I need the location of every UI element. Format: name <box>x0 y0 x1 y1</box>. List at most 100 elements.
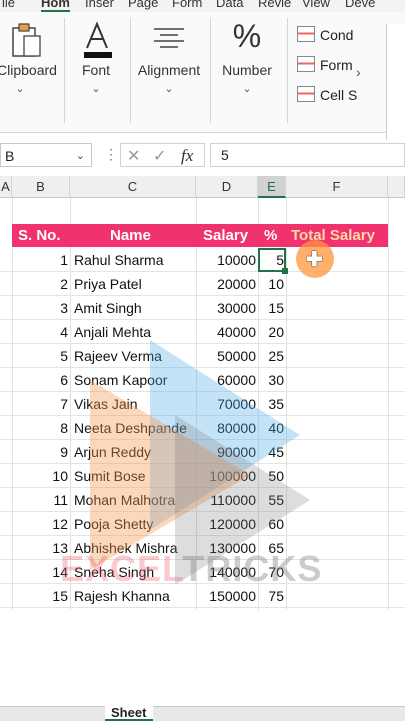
cell-sno[interactable]: 12 <box>10 512 68 536</box>
more-options-icon[interactable]: ⋮ <box>104 146 118 163</box>
cell-percent[interactable]: 55 <box>258 488 284 512</box>
column-header-a[interactable]: A <box>0 176 12 198</box>
worksheet-grid[interactable]: S. No. Name Salary % Total Salary 1 Rahul… <box>0 198 405 698</box>
cell-name[interactable]: Sumit Bose <box>74 464 146 488</box>
ribbon-tab[interactable]: Hom <box>41 0 70 12</box>
cell-sno[interactable]: 10 <box>10 464 68 488</box>
ribbon-tab[interactable]: Data <box>216 0 243 10</box>
cell-sno[interactable]: 2 <box>10 272 68 296</box>
cell-name[interactable]: Anjali Mehta <box>74 320 151 344</box>
number-group[interactable]: % Number ⌄ <box>212 12 282 132</box>
cell-name[interactable]: Rajeev Verma <box>74 344 162 368</box>
cell-percent[interactable]: 45 <box>258 440 284 464</box>
header-sno[interactable]: S. No. <box>18 224 61 247</box>
cell-name[interactable]: Vikas Jain <box>74 392 138 416</box>
chevron-down-icon[interactable]: ⌄ <box>212 82 282 95</box>
cell-name[interactable]: Rahul Sharma <box>74 248 164 272</box>
name-box[interactable]: B ⌄ <box>0 143 92 167</box>
cell-percent[interactable]: 60 <box>258 512 284 536</box>
header-salary[interactable]: Salary <box>203 224 248 247</box>
ribbon-tab[interactable]: ile <box>2 0 15 10</box>
cell-sno[interactable]: 9 <box>10 440 68 464</box>
cell-sno[interactable]: 14 <box>10 560 68 584</box>
cell-sno[interactable]: 15 <box>10 584 68 608</box>
cell-percent[interactable]: 40 <box>258 416 284 440</box>
column-header-f[interactable]: F <box>286 176 388 198</box>
cell-percent[interactable]: 30 <box>258 368 284 392</box>
cell-sno[interactable]: 3 <box>10 296 68 320</box>
cell-name[interactable]: Neeta Deshpande <box>74 416 187 440</box>
cell-salary[interactable]: 80000 <box>196 416 256 440</box>
cell-percent[interactable]: 20 <box>258 320 284 344</box>
chevron-down-icon[interactable]: ⌄ <box>132 82 206 95</box>
ribbon-tab[interactable]: Deve <box>345 0 375 10</box>
ribbon-tab[interactable]: Form <box>172 0 202 10</box>
column-header-c[interactable]: C <box>70 176 196 198</box>
insert-function-icon[interactable]: fx <box>181 146 193 166</box>
ribbon-tab[interactable]: Revie <box>258 0 291 10</box>
cell-sno[interactable]: 4 <box>10 320 68 344</box>
cell-name[interactable]: Sneha Singh <box>74 560 154 584</box>
cell-salary[interactable]: 100000 <box>196 464 256 488</box>
cell-salary[interactable]: 120000 <box>196 512 256 536</box>
cell-name[interactable]: Priya Patel <box>74 272 142 296</box>
column-header-d[interactable]: D <box>196 176 258 198</box>
cell-percent[interactable]: 25 <box>258 344 284 368</box>
ribbon-tab[interactable]: View <box>302 0 330 10</box>
cell-percent[interactable]: 70 <box>258 560 284 584</box>
cell-salary[interactable]: 150000 <box>196 584 256 608</box>
cell-name[interactable]: Sonam Kapoor <box>74 368 167 392</box>
cell-sno[interactable]: 1 <box>10 248 68 272</box>
cell-salary[interactable]: 10000 <box>196 248 256 272</box>
header-name[interactable]: Name <box>110 224 151 247</box>
conditional-formatting-button[interactable]: Cond <box>297 26 353 43</box>
cell-percent[interactable]: 50 <box>258 464 284 488</box>
cell-salary[interactable]: 50000 <box>196 344 256 368</box>
cell-name[interactable]: Abhishek Mishra <box>74 536 178 560</box>
chevron-right-icon[interactable]: › <box>356 64 361 80</box>
cell-name[interactable]: Mohan Malhotra <box>74 488 175 512</box>
header-percent[interactable]: % <box>264 224 277 247</box>
cell-sno[interactable]: 5 <box>10 344 68 368</box>
chevron-down-icon[interactable]: ⌄ <box>76 144 85 168</box>
cancel-icon[interactable]: ✕ <box>127 146 140 166</box>
format-as-table-button[interactable]: Form <box>297 56 353 73</box>
cell-salary[interactable]: 20000 <box>196 272 256 296</box>
cell-percent[interactable]: 15 <box>258 296 284 320</box>
chevron-down-icon[interactable]: ⌄ <box>66 82 126 95</box>
fill-handle[interactable] <box>282 268 288 274</box>
sheet-tab[interactable]: Sheet <box>105 705 153 721</box>
clipboard-group[interactable]: Clipboard ⌄ <box>0 12 60 132</box>
cell-sno[interactable]: 8 <box>10 416 68 440</box>
cell-styles-button[interactable]: Cell S <box>297 86 357 103</box>
column-header-b[interactable]: B <box>12 176 70 198</box>
cell-salary[interactable]: 90000 <box>196 440 256 464</box>
cell-percent[interactable]: 75 <box>258 584 284 608</box>
ribbon-tab[interactable]: Inser <box>85 0 114 10</box>
cell-sno[interactable]: 11 <box>10 488 68 512</box>
cell-name[interactable]: Pooja Shetty <box>74 512 153 536</box>
alignment-group[interactable]: Alignment ⌄ <box>132 12 206 132</box>
column-header-next[interactable] <box>388 176 405 198</box>
enter-icon[interactable]: ✓ <box>153 146 166 166</box>
formula-input[interactable]: 5 <box>210 143 405 167</box>
cell-salary[interactable]: 40000 <box>196 320 256 344</box>
font-group[interactable]: Font ⌄ <box>66 12 126 132</box>
cell-salary[interactable]: 70000 <box>196 392 256 416</box>
cell-sno[interactable]: 6 <box>10 368 68 392</box>
cell-name[interactable]: Rajesh Khanna <box>74 584 170 608</box>
cell-salary[interactable]: 140000 <box>196 560 256 584</box>
cell-salary[interactable]: 60000 <box>196 368 256 392</box>
cell-name[interactable]: Arjun Reddy <box>74 440 151 464</box>
cell-salary[interactable]: 110000 <box>196 488 256 512</box>
chevron-down-icon[interactable]: ⌄ <box>0 82 60 95</box>
cell-percent[interactable]: 65 <box>258 536 284 560</box>
cell-sno[interactable]: 13 <box>10 536 68 560</box>
cell-salary[interactable]: 130000 <box>196 536 256 560</box>
cell-name[interactable]: Amit Singh <box>74 296 142 320</box>
cell-percent[interactable]: 10 <box>258 272 284 296</box>
column-header-e[interactable]: E <box>258 176 286 198</box>
ribbon-tab[interactable]: Page <box>128 0 158 10</box>
cell-salary[interactable]: 30000 <box>196 296 256 320</box>
cell-percent[interactable]: 35 <box>258 392 284 416</box>
